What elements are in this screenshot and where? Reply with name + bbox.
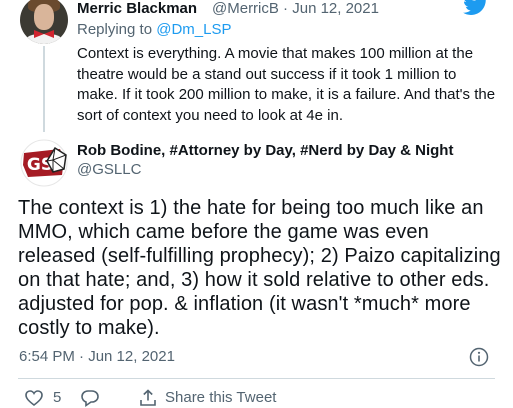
avatar-gsllc[interactable]: GS bbox=[20, 139, 68, 187]
thread-connector-line bbox=[43, 46, 45, 132]
replying-to: Replying to @Dm_LSP bbox=[77, 21, 231, 38]
like-count: 5 bbox=[53, 389, 62, 406]
mention-link[interactable]: @Dm_LSP bbox=[156, 21, 231, 38]
share-icon[interactable] bbox=[138, 388, 158, 408]
twitter-bird-icon[interactable] bbox=[463, 0, 489, 16]
avatar-merric[interactable] bbox=[20, 0, 68, 44]
comment-icon[interactable] bbox=[80, 388, 100, 408]
main-author-name[interactable]: Rob Bodine, #Attorney by Day, #Nerd by D… bbox=[77, 142, 453, 159]
author-name[interactable]: Merric Blackman bbox=[77, 0, 197, 17]
main-tweet-text: The context is 1) the hate for being too… bbox=[18, 197, 501, 339]
avatar-face bbox=[34, 4, 54, 30]
tweet-timestamp[interactable]: 6:54 PM · Jun 12, 2021 bbox=[19, 348, 175, 365]
main-author-handle[interactable]: @GSLLC bbox=[77, 161, 141, 178]
reply-tweet-text: Context is everything. A movie that make… bbox=[77, 45, 496, 124]
author-handle-date[interactable]: @MerricB · Jun 12, 2021 bbox=[212, 0, 379, 17]
info-icon[interactable] bbox=[469, 347, 489, 367]
heart-icon[interactable] bbox=[24, 388, 44, 408]
avatar-shirt bbox=[26, 34, 62, 44]
replying-prefix: Replying to bbox=[77, 21, 157, 38]
action-divider bbox=[18, 378, 495, 379]
share-label[interactable]: Share this Tweet bbox=[165, 389, 276, 406]
